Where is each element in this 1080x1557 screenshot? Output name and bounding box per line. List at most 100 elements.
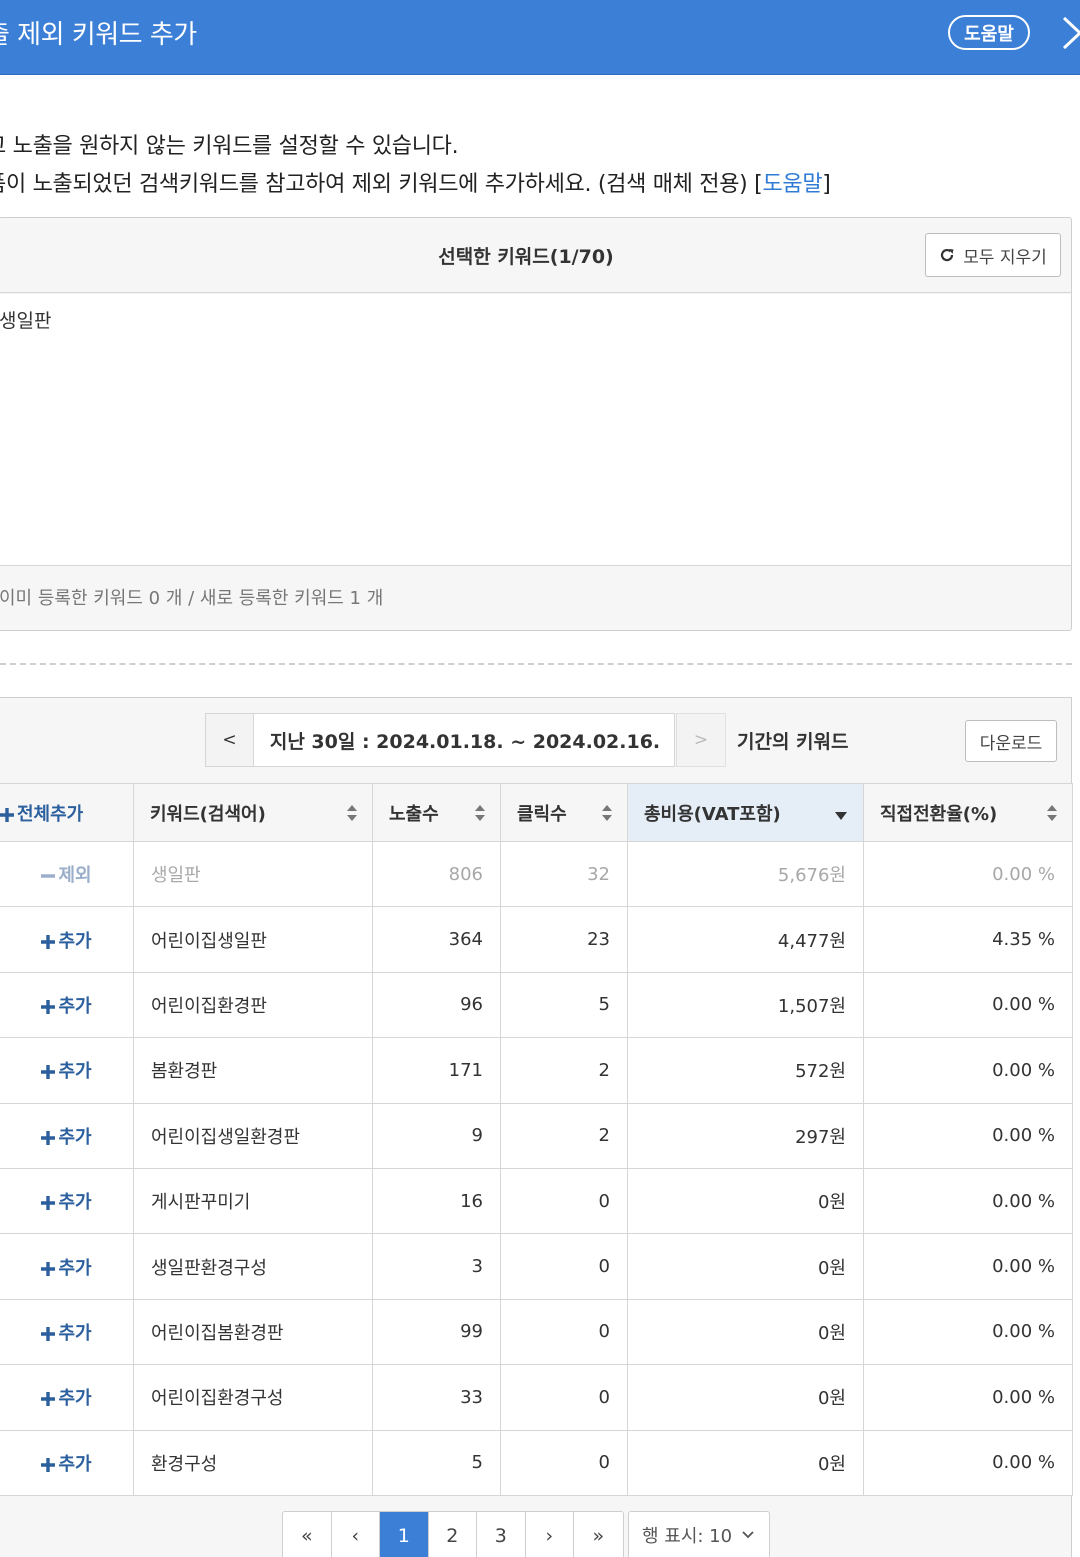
table-row: 추가 어린이집환경구성 33 0 0원 0.00 % bbox=[0, 1364, 1073, 1431]
period-selector: < 지난 30일 : 2024.01.18. ~ 2024.02.16. bbox=[205, 713, 675, 767]
page-button-2[interactable]: 2 bbox=[429, 1512, 477, 1557]
cost-cell: 1,507원 bbox=[627, 971, 864, 1039]
prev-page-button[interactable]: ‹ bbox=[332, 1512, 380, 1557]
clicks-cell: 23 bbox=[500, 906, 628, 973]
cost-cell: 0원 bbox=[627, 1298, 864, 1366]
cost-cell: 0원 bbox=[627, 1233, 864, 1300]
column-header-keyword[interactable]: 키워드(검색어) bbox=[133, 783, 373, 842]
clicks-cell: 2 bbox=[500, 1037, 628, 1104]
add-button[interactable]: 추가 bbox=[0, 1167, 134, 1235]
keyword-cell: 어린이집생일판 bbox=[133, 906, 373, 973]
next-page-button[interactable]: › bbox=[526, 1512, 574, 1557]
clicks-cell: 32 bbox=[500, 840, 628, 908]
keyword-cell: 봄환경판 bbox=[133, 1037, 373, 1104]
impressions-cell: 5 bbox=[372, 1429, 501, 1496]
last-page-button[interactable]: » bbox=[574, 1512, 623, 1557]
impressions-cell: 16 bbox=[372, 1167, 501, 1235]
clear-all-button[interactable]: 모두 지우기 bbox=[925, 233, 1061, 277]
clicks-cell: 0 bbox=[500, 1364, 628, 1431]
plus-icon bbox=[41, 1196, 56, 1211]
add-button[interactable]: 추가 bbox=[0, 1102, 134, 1169]
first-page-button[interactable]: « bbox=[283, 1512, 332, 1557]
add-button[interactable]: 추가 bbox=[0, 1233, 134, 1300]
conversion-cell: 0.00 % bbox=[863, 1102, 1073, 1169]
conversion-cell: 0.00 % bbox=[863, 1364, 1073, 1431]
selected-keywords-list[interactable]: 생일판 bbox=[0, 294, 1071, 566]
minus-icon bbox=[41, 874, 56, 878]
conversion-cell: 0.00 % bbox=[863, 1429, 1073, 1496]
dialog-title: 출 제외 키워드 추가 bbox=[0, 20, 197, 50]
pagination: « ‹ 1 2 3 › » bbox=[282, 1511, 624, 1557]
conversion-cell: 0.00 % bbox=[863, 1298, 1073, 1366]
period-range: 지난 30일 : 2024.01.18. ~ 2024.02.16. bbox=[269, 730, 661, 753]
keyword-cell: 환경구성 bbox=[133, 1429, 373, 1496]
conversion-cell: 0.00 % bbox=[863, 1037, 1073, 1104]
keyword-table: 전체추가 키워드(검색어) 노출수 클릭수 총비용(VAT포함) 직접전환율(%… bbox=[0, 783, 1073, 1496]
clear-all-label: 모두 지우기 bbox=[963, 247, 1047, 268]
add-button[interactable]: 추가 bbox=[0, 971, 134, 1039]
table-row: 추가 어린이집환경판 96 5 1,507원 0.00 % bbox=[0, 971, 1073, 1039]
plus-icon bbox=[41, 999, 56, 1014]
add-button[interactable]: 추가 bbox=[0, 1037, 134, 1104]
selected-keyword-item[interactable]: 생일판 bbox=[0, 306, 51, 333]
description: 고 노출을 원하지 않는 키워드를 설정할 수 있습니다. 품이 노출되었던 검… bbox=[0, 128, 831, 204]
plus-icon bbox=[41, 1392, 56, 1407]
sort-icon bbox=[475, 805, 485, 821]
plus-icon bbox=[41, 1065, 56, 1080]
table-row: 추가 환경구성 5 0 0원 0.00 % bbox=[0, 1429, 1073, 1496]
impressions-cell: 96 bbox=[372, 971, 501, 1039]
selected-keywords-panel: 선택한 키워드(1/70) 모두 지우기 생일판 이미 등록한 키워드 0 개 … bbox=[0, 217, 1072, 631]
conversion-cell: 4.35 % bbox=[863, 906, 1073, 973]
cost-cell: 572원 bbox=[627, 1037, 864, 1104]
impressions-cell: 3 bbox=[372, 1233, 501, 1300]
add-button[interactable]: 추가 bbox=[0, 1429, 134, 1496]
table-row: 추가 생일판환경구성 3 0 0원 0.00 % bbox=[0, 1233, 1073, 1300]
description-line-1: 고 노출을 원하지 않는 키워드를 설정할 수 있습니다. bbox=[0, 134, 459, 159]
help-button[interactable]: 도움말 bbox=[948, 15, 1030, 50]
impressions-cell: 806 bbox=[372, 840, 501, 908]
cost-cell: 0원 bbox=[627, 1167, 864, 1235]
keyword-cell: 생일판환경구성 bbox=[133, 1233, 373, 1300]
conversion-cell: 0.00 % bbox=[863, 1167, 1073, 1235]
page-button-3[interactable]: 3 bbox=[477, 1512, 526, 1557]
plus-icon bbox=[41, 934, 56, 949]
add-button[interactable]: 추가 bbox=[0, 906, 134, 973]
help-link[interactable]: 도움말 bbox=[762, 172, 822, 197]
chevron-right-icon[interactable] bbox=[1060, 14, 1080, 52]
keyword-cell: 어린이집생일환경판 bbox=[133, 1102, 373, 1169]
clicks-cell: 5 bbox=[500, 971, 628, 1039]
rows-per-page-label: 행 표시: 10 bbox=[642, 1526, 733, 1547]
period-prev-button[interactable]: < bbox=[206, 714, 254, 766]
column-header-clicks[interactable]: 클릭수 bbox=[500, 783, 628, 842]
selected-keywords-header: 선택한 키워드(1/70) 모두 지우기 bbox=[0, 218, 1071, 293]
sort-icon bbox=[602, 805, 612, 821]
keyword-cell: 어린이집환경판 bbox=[133, 971, 373, 1039]
cost-cell: 297원 bbox=[627, 1102, 864, 1169]
add-button[interactable]: 추가 bbox=[0, 1298, 134, 1366]
column-header-conversion[interactable]: 직접전환율(%) bbox=[863, 783, 1073, 842]
add-all-button[interactable]: 전체추가 bbox=[0, 783, 134, 842]
sort-icon bbox=[1047, 805, 1057, 821]
chevron-down-icon bbox=[742, 1531, 754, 1539]
table-row: 추가 어린이집생일환경판 9 2 297원 0.00 % bbox=[0, 1102, 1073, 1169]
exclude-button[interactable]: 제외 bbox=[0, 840, 134, 908]
column-header-cost[interactable]: 총비용(VAT포함) bbox=[627, 783, 864, 842]
column-header-impressions[interactable]: 노출수 bbox=[372, 783, 501, 842]
sort-desc-icon bbox=[835, 812, 847, 820]
impressions-cell: 364 bbox=[372, 906, 501, 973]
section-divider bbox=[0, 663, 1072, 665]
add-button[interactable]: 추가 bbox=[0, 1364, 134, 1431]
plus-icon bbox=[41, 1457, 56, 1472]
table-row: 추가 어린이집봄환경판 99 0 0원 0.00 % bbox=[0, 1298, 1073, 1366]
clicks-cell: 0 bbox=[500, 1429, 628, 1496]
plus-icon bbox=[41, 1130, 56, 1145]
page-button-1[interactable]: 1 bbox=[380, 1512, 429, 1557]
keyword-cell: 게시판꾸미기 bbox=[133, 1167, 373, 1235]
period-next-button[interactable]: > bbox=[676, 713, 726, 767]
rows-per-page-select[interactable]: 행 표시: 10 bbox=[628, 1511, 770, 1557]
download-button[interactable]: 다운로드 bbox=[965, 720, 1057, 762]
plus-icon bbox=[0, 807, 14, 822]
plus-icon bbox=[41, 1326, 56, 1341]
keyword-cell: 어린이집환경구성 bbox=[133, 1364, 373, 1431]
description-line-2: 품이 노출되었던 검색키워드를 참고하여 제외 키워드에 추가하세요. (검색 … bbox=[0, 172, 831, 197]
